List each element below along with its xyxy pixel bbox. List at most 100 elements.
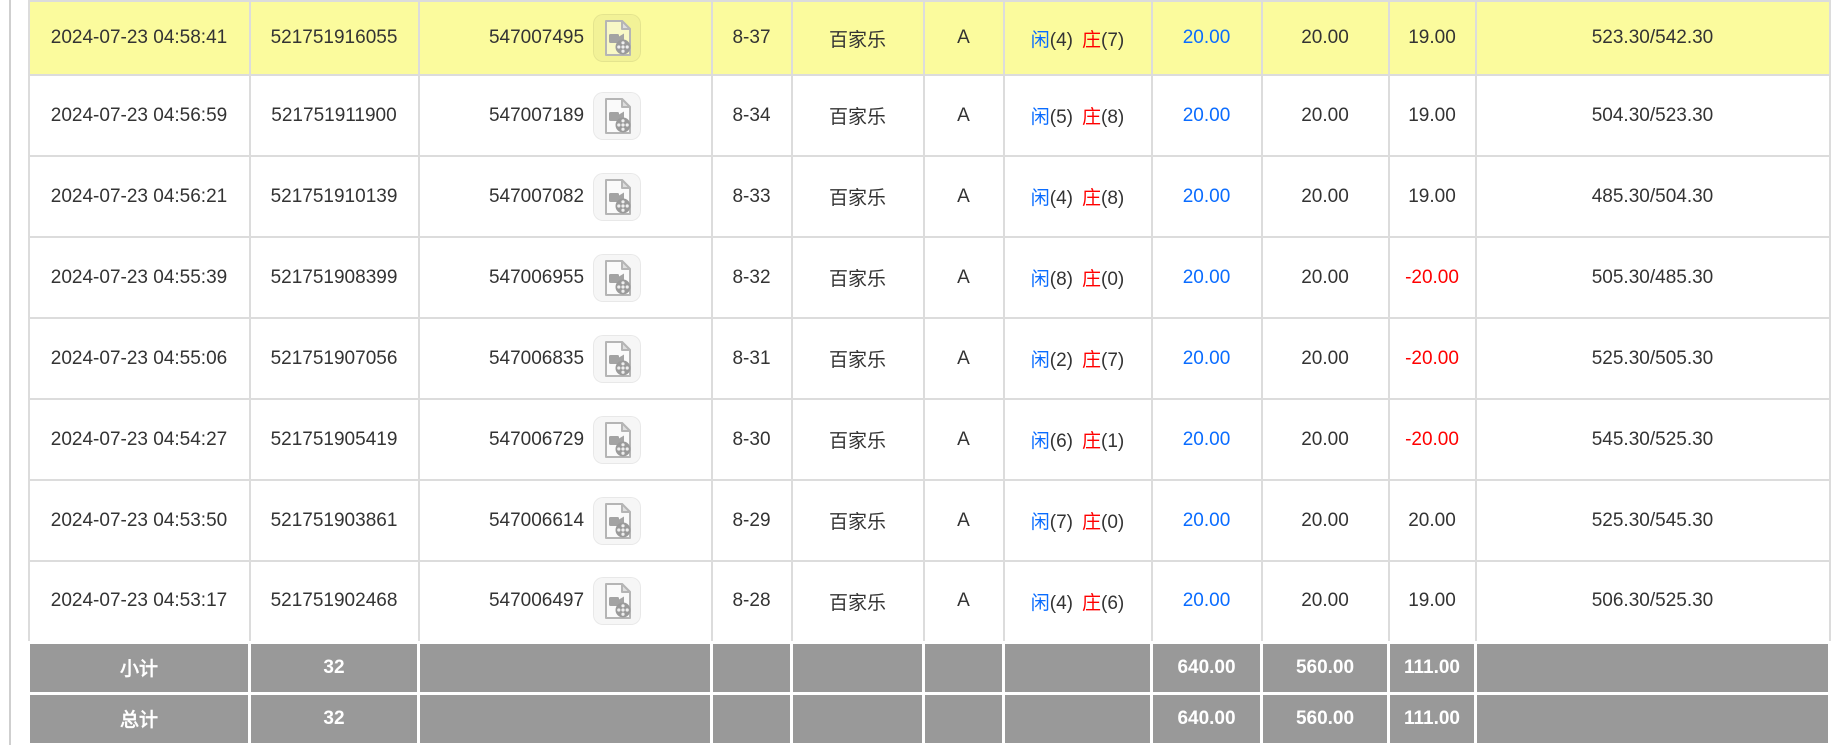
result-cell: 闲(7)庄(0) xyxy=(1004,480,1152,561)
bet-amount-link[interactable]: 20.00 xyxy=(1183,267,1231,288)
bet-time-cell: 2024-07-23 04:53:50 xyxy=(29,480,250,561)
table-row[interactable]: 2024-07-23 04:55:39 521751908399 5470069… xyxy=(29,237,1830,318)
game-id-cell: 547006835 xyxy=(419,318,712,399)
bet-amount-cell: 20.00 xyxy=(1152,318,1262,399)
video-replay-button[interactable] xyxy=(593,92,641,140)
table-name-cell: A xyxy=(924,156,1004,237)
banker-label: 庄 xyxy=(1082,188,1101,209)
subtotal-empty-cell xyxy=(1004,642,1152,693)
valid-bet-cell: 20.00 xyxy=(1262,75,1389,156)
subtotal-empty-cell xyxy=(1476,642,1830,693)
bet-amount-link[interactable]: 20.00 xyxy=(1183,590,1231,611)
table-row[interactable]: 2024-07-23 04:56:59 521751911900 5470071… xyxy=(29,75,1830,156)
round-cell: 8-30 xyxy=(712,399,792,480)
player-label: 闲 xyxy=(1031,512,1050,533)
bet-amount-link[interactable]: 20.00 xyxy=(1183,186,1231,207)
bet-amount-link[interactable]: 20.00 xyxy=(1183,429,1231,450)
panel-left-border xyxy=(9,0,11,745)
round-cell: 8-29 xyxy=(712,480,792,561)
win-loss-cell: 19.00 xyxy=(1389,75,1476,156)
banker-label: 庄 xyxy=(1082,269,1101,290)
result-cell: 闲(5)庄(8) xyxy=(1004,75,1152,156)
table-name-cell: A xyxy=(924,1,1004,75)
player-count: (8) xyxy=(1050,269,1073,290)
result-cell: 闲(4)庄(6) xyxy=(1004,561,1152,642)
game-id-text: 547007495 xyxy=(489,27,584,49)
bet-amount-cell: 20.00 xyxy=(1152,480,1262,561)
player-label: 闲 xyxy=(1031,107,1050,128)
subtotal-label: 小计 xyxy=(29,642,250,693)
subtotal-empty-cell xyxy=(419,642,712,693)
table-row[interactable]: 2024-07-23 04:53:50 521751903861 5470066… xyxy=(29,480,1830,561)
video-replay-button[interactable] xyxy=(593,173,641,221)
table-name-cell: A xyxy=(924,318,1004,399)
game-id-text: 547006614 xyxy=(489,510,584,532)
video-file-icon xyxy=(597,581,637,621)
video-replay-button[interactable] xyxy=(593,254,641,302)
game-id-text: 547006835 xyxy=(489,348,584,370)
banker-count: (0) xyxy=(1101,512,1124,533)
video-replay-button[interactable] xyxy=(593,497,641,545)
player-count: (5) xyxy=(1050,107,1073,128)
order-id-cell: 521751910139 xyxy=(250,156,419,237)
bet-amount-cell: 20.00 xyxy=(1152,237,1262,318)
table-row[interactable]: 2024-07-23 04:58:41 521751916055 5470074… xyxy=(29,1,1830,75)
total-empty-cell xyxy=(792,693,924,744)
subtotal-count: 32 xyxy=(250,642,419,693)
bet-amount-cell: 20.00 xyxy=(1152,399,1262,480)
video-replay-button[interactable] xyxy=(593,416,641,464)
round-cell: 8-34 xyxy=(712,75,792,156)
banker-count: (0) xyxy=(1101,269,1124,290)
total-valid-total: 560.00 xyxy=(1262,693,1389,744)
valid-bet-cell: 20.00 xyxy=(1262,561,1389,642)
table-name-cell: A xyxy=(924,237,1004,318)
subtotal-empty-cell xyxy=(924,642,1004,693)
bet-amount-link[interactable]: 20.00 xyxy=(1183,348,1231,369)
bet-amount-cell: 20.00 xyxy=(1152,156,1262,237)
valid-bet-cell: 20.00 xyxy=(1262,156,1389,237)
bet-time-cell: 2024-07-23 04:54:27 xyxy=(29,399,250,480)
video-replay-button[interactable] xyxy=(593,14,641,62)
win-loss-cell: 19.00 xyxy=(1389,561,1476,642)
win-loss-cell: 20.00 xyxy=(1389,480,1476,561)
order-id-cell: 521751908399 xyxy=(250,237,419,318)
table-name-cell: A xyxy=(924,75,1004,156)
balance-cell: 505.30/485.30 xyxy=(1476,237,1830,318)
video-replay-button[interactable] xyxy=(593,335,641,383)
total-bet-total: 640.00 xyxy=(1152,693,1262,744)
table-row[interactable]: 2024-07-23 04:54:27 521751905419 5470067… xyxy=(29,399,1830,480)
banker-count: (7) xyxy=(1101,350,1124,371)
bet-amount-link[interactable]: 20.00 xyxy=(1183,105,1231,126)
banker-count: (6) xyxy=(1101,593,1124,614)
player-count: (7) xyxy=(1050,512,1073,533)
total-empty-cell xyxy=(1476,693,1830,744)
player-label: 闲 xyxy=(1031,269,1050,290)
table-row[interactable]: 2024-07-23 04:55:06 521751907056 5470068… xyxy=(29,318,1830,399)
bet-time-cell: 2024-07-23 04:53:17 xyxy=(29,561,250,642)
table-name-cell: A xyxy=(924,399,1004,480)
balance-cell: 504.30/523.30 xyxy=(1476,75,1830,156)
player-label: 闲 xyxy=(1031,188,1050,209)
bet-amount-link[interactable]: 20.00 xyxy=(1183,510,1231,531)
video-file-icon xyxy=(597,96,637,136)
table-name-cell: A xyxy=(924,561,1004,642)
round-cell: 8-31 xyxy=(712,318,792,399)
game-type-cell: 百家乐 xyxy=(792,1,924,75)
table-row[interactable]: 2024-07-23 04:53:17 521751902468 5470064… xyxy=(29,561,1830,642)
player-count: (6) xyxy=(1050,431,1073,452)
table-name-cell: A xyxy=(924,480,1004,561)
total-winloss-total: 111.00 xyxy=(1389,693,1476,744)
total-empty-cell xyxy=(419,693,712,744)
game-id-text: 547006955 xyxy=(489,267,584,289)
video-file-icon xyxy=(597,258,637,298)
bet-amount-link[interactable]: 20.00 xyxy=(1183,27,1231,48)
bet-time-cell: 2024-07-23 04:56:59 xyxy=(29,75,250,156)
game-type-cell: 百家乐 xyxy=(792,318,924,399)
banker-count: (7) xyxy=(1101,30,1124,51)
video-replay-button[interactable] xyxy=(593,577,641,625)
bet-history-table: 2024-07-23 04:58:41 521751916055 5470074… xyxy=(27,0,1831,746)
table-row[interactable]: 2024-07-23 04:56:21 521751910139 5470070… xyxy=(29,156,1830,237)
subtotal-empty-cell xyxy=(712,642,792,693)
order-id-cell: 521751911900 xyxy=(250,75,419,156)
total-empty-cell xyxy=(712,693,792,744)
